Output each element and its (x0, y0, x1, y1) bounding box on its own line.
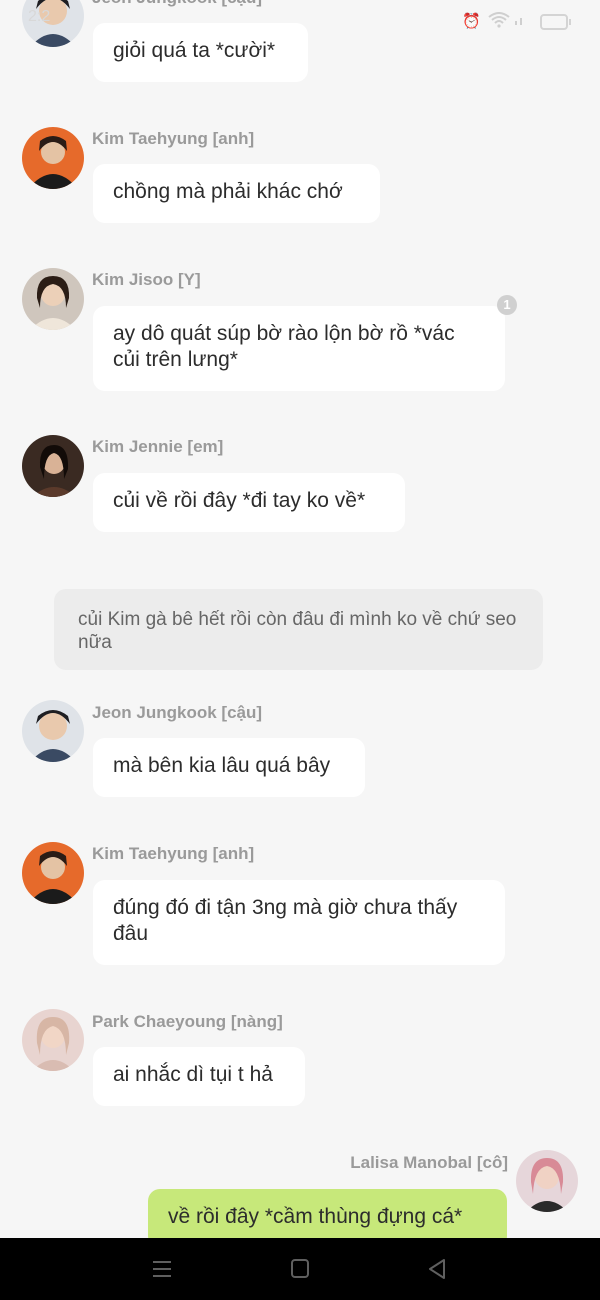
narration-message[interactable]: củi Kim gà bê hết rồi còn đâu đi mình ko… (54, 589, 543, 670)
message-bubble[interactable]: ay dô quát súp bờ rào lộn bờ rồ *vác củi… (93, 306, 505, 391)
unread-badge: 1 (497, 295, 517, 315)
status-time: 2:2 (28, 8, 51, 25)
avatar-jungkook[interactable] (22, 700, 84, 762)
status-bar: 2:2 ⏰ (0, 0, 600, 40)
avatar-jennie[interactable] (22, 435, 84, 497)
avatar-chaeyoung[interactable] (22, 1009, 84, 1071)
menu-icon[interactable] (147, 1256, 177, 1282)
navigation-bar (0, 1238, 600, 1300)
signal-icon (514, 12, 528, 30)
alarm-icon: ⏰ (462, 13, 481, 30)
sender-name: Lalisa Manobal [cô] (350, 1153, 508, 1172)
battery-icon (540, 14, 571, 30)
avatar-taehyung[interactable] (22, 127, 84, 189)
sender-name: Kim Jennie [em] (92, 437, 224, 456)
message-bubble[interactable]: mà bên kia lâu quá bây (93, 738, 365, 797)
message-bubble[interactable]: chồng mà phải khác chớ (93, 164, 380, 223)
sender-name: Kim Taehyung [anh] (92, 129, 255, 148)
home-square-icon[interactable] (285, 1256, 315, 1282)
sender-name: Kim Jisoo [Y] (92, 270, 201, 289)
back-triangle-icon[interactable] (422, 1256, 452, 1282)
avatar-lalisa[interactable] (516, 1150, 578, 1212)
sender-name: Park Chaeyoung [nàng] (92, 1012, 283, 1031)
avatar-jisoo[interactable] (22, 268, 84, 330)
sender-name: Kim Taehyung [anh] (92, 844, 255, 863)
message-bubble[interactable]: đúng đó đi tận 3ng mà giờ chưa thấy đâu (93, 880, 505, 965)
avatar-taehyung[interactable] (22, 842, 84, 904)
message-bubble[interactable]: củi về rồi đây *đi tay ko về* (93, 473, 405, 532)
wifi-icon (488, 12, 510, 32)
sender-name: Jeon Jungkook [cậu] (92, 703, 263, 722)
message-bubble[interactable]: ai nhắc dì tụi t hả (93, 1047, 305, 1106)
